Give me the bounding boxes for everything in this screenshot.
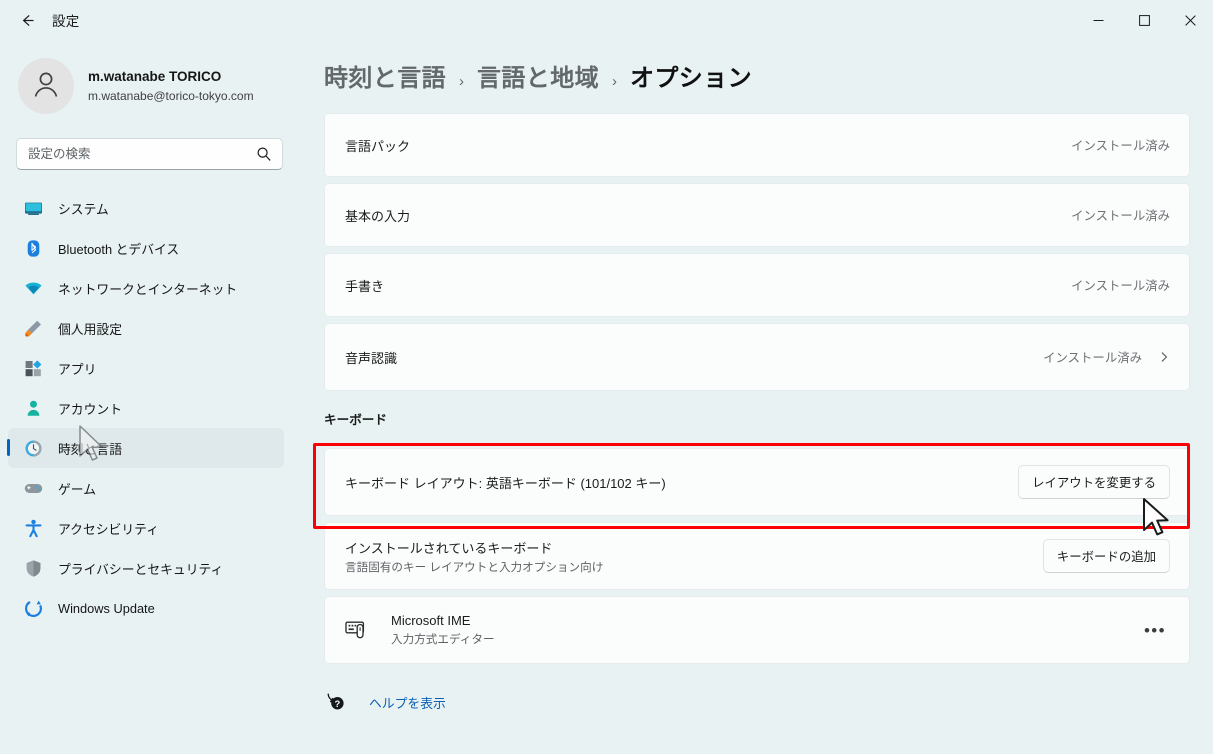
sidebar-item-privacy-security[interactable]: プライバシーとセキュリティ [8,548,284,588]
installed-keyboards-subtitle: 言語固有のキー レイアウトと入力オプション向け [345,560,604,574]
sidebar-item-time-language[interactable]: 時刻と言語 [7,428,284,468]
sidebar-item-system[interactable]: システム [8,188,284,228]
window-controls [1075,0,1213,40]
breadcrumb-item-time-language[interactable]: 時刻と言語 [324,58,446,93]
show-help-link[interactable]: ヘルプを表示 [369,693,446,712]
network-wifi-icon [22,277,44,299]
ime-subtitle: 入力方式エディター [391,632,495,646]
sidebar-item-personalization[interactable]: 個人用設定 [8,308,284,348]
account-name: m.watanabe TORICO [88,68,222,84]
card-basic-typing[interactable]: 基本の入力 インストール済み [324,183,1190,247]
search-icon[interactable] [256,146,272,167]
sidebar-item-label: アカウント [58,401,122,417]
sidebar-item-label: ゲーム [58,481,97,497]
windows-update-icon [22,597,44,619]
card-title: 手書き [345,278,385,294]
maximize-button[interactable] [1121,0,1167,40]
installed-keyboards-title: インストールされているキーボード [345,540,553,556]
sidebar-item-windows-update[interactable]: Windows Update [8,588,284,628]
page-title: オプション [630,65,752,92]
sidebar-item-network-internet[interactable]: ネットワークとインターネット [8,268,284,308]
time-language-clock-icon [22,437,44,459]
card-language-pack[interactable]: 言語パック インストール済み [324,113,1190,177]
add-keyboard-button[interactable]: キーボードの追加 [1042,539,1170,573]
avatar [18,58,74,114]
sidebar-item-bluetooth-devices[interactable]: Bluetooth とデバイス [8,228,284,268]
bluetooth-icon [22,237,44,259]
sidebar-item-gaming[interactable]: ゲーム [8,468,284,508]
close-icon [1184,14,1196,26]
title-bar: 設定 [0,0,1213,40]
change-layout-button[interactable]: レイアウトを変更する [1018,465,1170,499]
status-badge: インストール済み [1043,351,1142,365]
chevron-right-icon: › [612,73,617,90]
sidebar-item-label: アプリ [58,361,97,377]
sidebar-item-label: アクセシビリティ [58,521,159,537]
close-button[interactable] [1167,0,1213,40]
card-keyboard-layout: キーボード レイアウト: 英語キーボード (101/102 キー) レイアウトを… [324,448,1190,516]
card-installed-keyboards: インストールされているキーボード 言語固有のキー レイアウトと入力オプション向け… [324,522,1190,590]
account-block[interactable]: m.watanabe TORICO m.watanabe@torico-toky… [18,58,300,114]
minimize-icon [1093,15,1104,26]
chevron-right-icon [1158,351,1170,363]
settings-window: 設定 m.watanabe TORICO m.watanabe@torico-t… [0,0,1213,754]
sidebar-item-label: ネットワークとインターネット [58,281,238,297]
back-arrow-icon [19,12,36,29]
keyboard-card-list: キーボード レイアウト: 英語キーボード (101/102 キー) レイアウトを… [324,448,1190,664]
keyboard-layout-text: キーボード レイアウト: 英語キーボード (101/102 キー) [345,475,666,491]
section-heading-keyboard: キーボード [324,413,387,427]
sidebar-item-accounts[interactable]: アカウント [8,388,284,428]
breadcrumb-item-language-region[interactable]: 言語と地域 [477,58,599,93]
feature-card-list: 言語パック インストール済み 基本の入力 インストール済み 手書き インストール… [324,113,1190,391]
apps-icon [22,357,44,379]
help-question-icon: ? [324,692,350,712]
more-options-button[interactable]: ••• [1140,622,1170,639]
accounts-person-icon [22,397,44,419]
search-box[interactable] [16,138,283,170]
system-icon [22,197,44,219]
account-email: m.watanabe@torico-tokyo.com [88,89,254,104]
status-badge: インストール済み [1071,279,1170,293]
help-row: ? ヘルプを表示 [324,692,1213,712]
sidebar-item-label: システム [58,201,109,217]
minimize-button[interactable] [1075,0,1121,40]
main-content: 時刻と言語 › 言語と地域 › オプション 言語パック インストール済み 基本の… [300,40,1213,754]
accessibility-icon [22,517,44,539]
search-input[interactable] [28,140,238,168]
maximize-icon [1138,14,1150,26]
ime-title: Microsoft IME [391,612,471,628]
status-badge: インストール済み [1071,209,1170,223]
card-microsoft-ime[interactable]: Microsoft IME 入力方式エディター ••• [324,596,1190,664]
status-badge: インストール済み [1071,139,1170,153]
person-avatar-icon [29,67,63,106]
sidebar-item-label: プライバシーとセキュリティ [58,561,224,577]
sidebar-item-apps[interactable]: アプリ [8,348,284,388]
sidebar-item-label: 時刻と言語 [58,441,122,457]
back-button[interactable] [10,5,44,35]
sidebar-item-label: Windows Update [58,600,155,616]
navigation-list: システム Bluetooth とデバイス ネットワークとインターネット 個人用設… [0,188,300,628]
breadcrumb: 時刻と言語 › 言語と地域 › オプション [324,58,1213,93]
svg-text:?: ? [335,698,341,709]
sidebar-item-accessibility[interactable]: アクセシビリティ [8,508,284,548]
card-title: 音声認識 [345,350,398,366]
keyboard-ime-icon [345,619,375,641]
privacy-shield-icon [22,557,44,579]
sidebar-item-label: Bluetooth とデバイス [58,241,180,257]
gaming-controller-icon [22,477,44,499]
sidebar-item-label: 個人用設定 [58,321,122,337]
chevron-right-icon: › [459,73,464,90]
personalization-brush-icon [22,317,44,339]
window-title: 設定 [52,14,80,29]
card-handwriting[interactable]: 手書き インストール済み [324,253,1190,317]
card-title: 言語パック [345,138,411,154]
sidebar: m.watanabe TORICO m.watanabe@torico-toky… [0,40,300,754]
card-speech-recognition[interactable]: 音声認識 インストール済み [324,323,1190,391]
card-title: 基本の入力 [345,208,411,224]
